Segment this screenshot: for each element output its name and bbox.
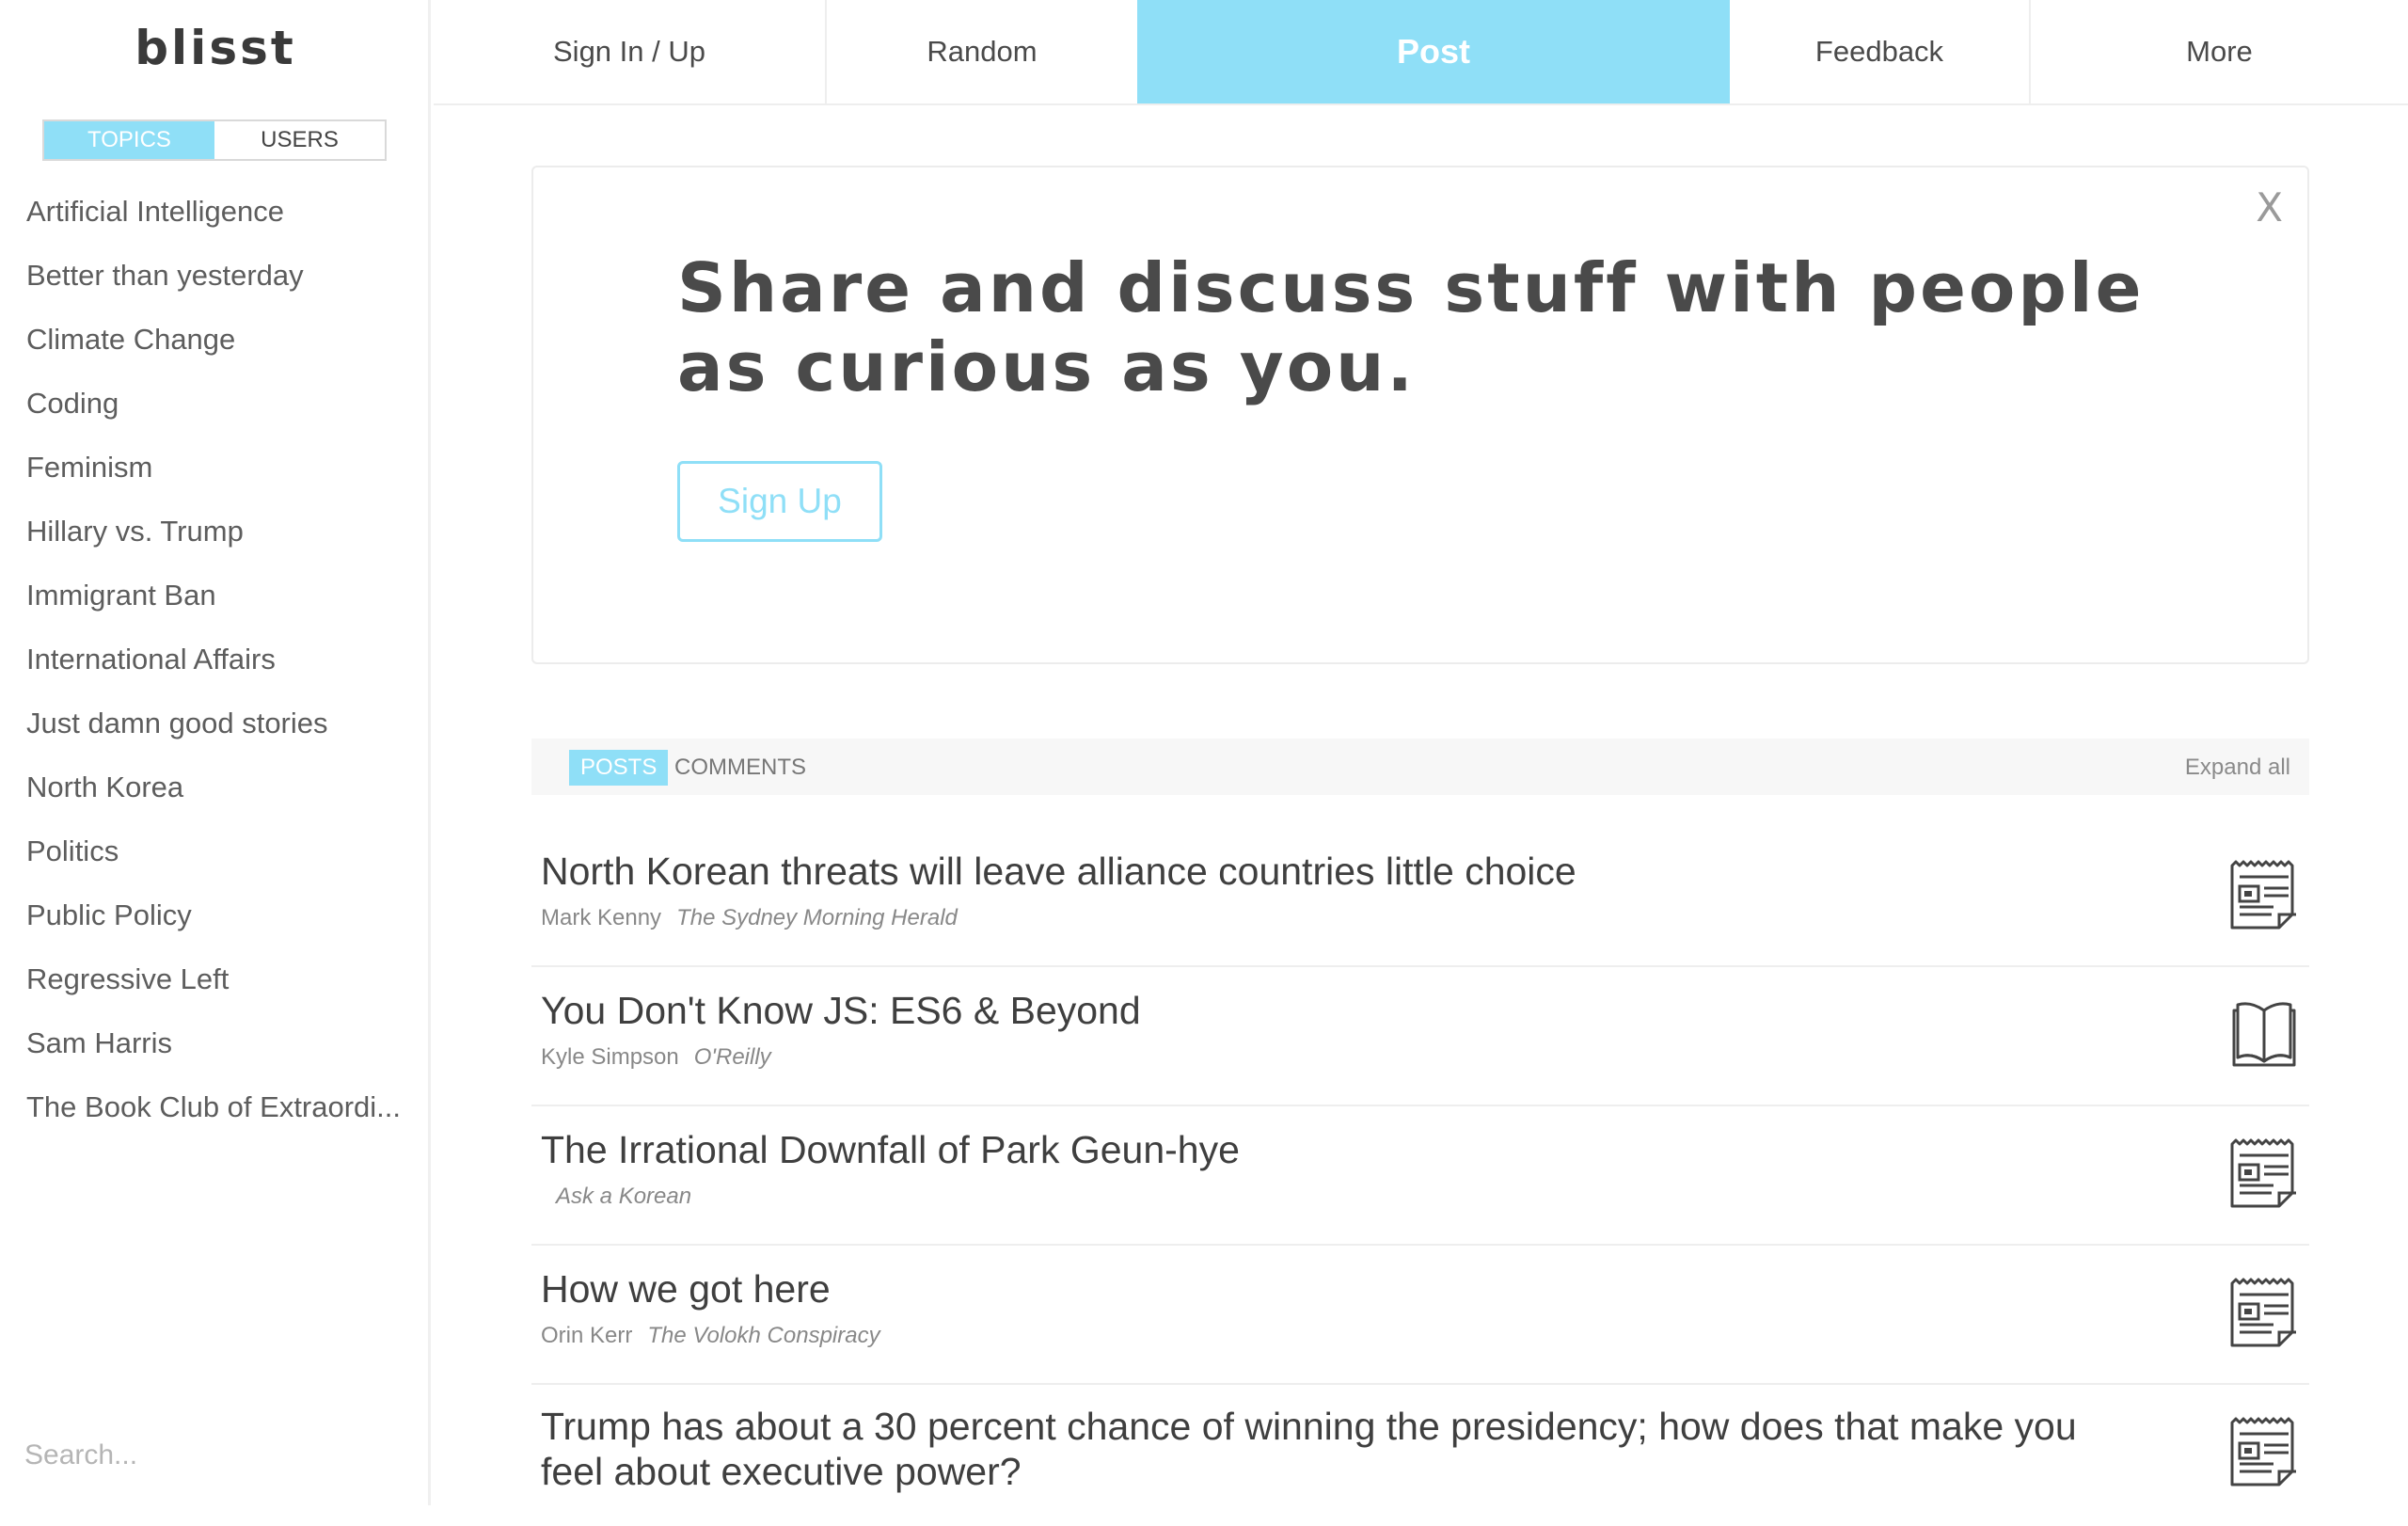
topic-item[interactable]: Just damn good stories (26, 700, 412, 764)
nav-feedback[interactable]: Feedback (1730, 0, 2031, 103)
topic-item[interactable]: International Affairs (26, 636, 412, 700)
post-source: The Volokh Conspiracy (647, 1323, 880, 1348)
tab-comments[interactable]: COMMENTS (674, 750, 806, 786)
sidebar: blisst TOPICS USERS Artificial Intellige… (0, 0, 431, 1505)
nav-post-button[interactable]: Post (1137, 0, 1730, 103)
newspaper-icon (2230, 1138, 2296, 1208)
banner-headline: Share and discuss stuff with people as c… (677, 248, 2145, 406)
post-row[interactable]: You Don't Know JS: ES6 & Beyond Kyle Sim… (531, 967, 2309, 1106)
tab-posts[interactable]: POSTS (569, 750, 669, 786)
nav-more[interactable]: More (2031, 0, 2408, 103)
feed-tabs-bar: POSTS COMMENTS Expand all (531, 739, 2309, 795)
nav-signin[interactable]: Sign In / Up (434, 0, 827, 103)
newspaper-icon (2230, 860, 2296, 930)
post-source: The Sydney Morning Herald (676, 905, 958, 930)
post-meta: Orin Kerr The Volokh Conspiracy (541, 1323, 880, 1349)
post-title[interactable]: Trump has about a 30 percent chance of w… (541, 1404, 2083, 1494)
topic-item[interactable]: Better than yesterday (26, 252, 412, 316)
topic-item[interactable]: Public Policy (26, 892, 412, 956)
post-meta: Mark Kenny The Sydney Morning Herald (541, 905, 958, 931)
post-meta: Kyle Simpson O'Reilly (541, 1044, 771, 1071)
book-icon (2232, 1002, 2296, 1067)
topic-list: Artificial Intelligence Better than yest… (26, 188, 412, 1148)
newspaper-icon (2230, 1417, 2296, 1486)
topic-item[interactable]: Sam Harris (26, 1020, 412, 1084)
expand-all-link[interactable]: Expand all (2185, 750, 2290, 786)
post-title[interactable]: You Don't Know JS: ES6 & Beyond (541, 988, 2083, 1033)
topic-item[interactable]: Artificial Intelligence (26, 188, 412, 252)
topic-item[interactable]: Feminism (26, 444, 412, 508)
post-row[interactable]: The Irrational Downfall of Park Geun-hye… (531, 1106, 2309, 1246)
post-meta: Ask a Korean (541, 1184, 691, 1210)
nav-random[interactable]: Random (827, 0, 1137, 103)
top-nav: Sign In / Up Random Post Feedback More (434, 0, 2408, 105)
post-source: Ask a Korean (556, 1184, 692, 1209)
welcome-banner: X Share and discuss stuff with people as… (531, 166, 2309, 664)
logo[interactable]: blisst (0, 21, 431, 75)
post-source: O'Reilly (693, 1044, 771, 1070)
topic-item[interactable]: Hillary vs. Trump (26, 508, 412, 572)
post-author: Orin Kerr (541, 1323, 633, 1348)
topic-item[interactable]: The Book Club of Extraordi... (26, 1084, 412, 1148)
toggle-topics[interactable]: TOPICS (44, 121, 214, 159)
post-title[interactable]: North Korean threats will leave alliance… (541, 849, 2083, 894)
topic-item[interactable]: Climate Change (26, 316, 412, 380)
post-author: Kyle Simpson (541, 1044, 679, 1070)
post-title[interactable]: The Irrational Downfall of Park Geun-hye (541, 1127, 2083, 1172)
close-icon[interactable]: X (2256, 184, 2283, 230)
post-row[interactable]: North Korean threats will leave alliance… (531, 828, 2309, 967)
toggle-users[interactable]: USERS (214, 121, 385, 159)
topic-item[interactable]: Regressive Left (26, 956, 412, 1020)
search-input[interactable] (23, 1430, 403, 1481)
post-author: Mark Kenny (541, 905, 662, 930)
topic-item[interactable]: Politics (26, 828, 412, 892)
newspaper-icon (2230, 1278, 2296, 1347)
sign-up-button[interactable]: Sign Up (677, 461, 882, 542)
post-title[interactable]: How we got here (541, 1266, 2083, 1311)
topic-item[interactable]: Coding (26, 380, 412, 444)
post-row[interactable]: How we got here Orin Kerr The Volokh Cons… (531, 1246, 2309, 1385)
topic-item[interactable]: Immigrant Ban (26, 572, 412, 636)
topics-users-toggle: TOPICS USERS (42, 119, 387, 161)
topic-item[interactable]: North Korea (26, 764, 412, 828)
post-list: North Korean threats will leave alliance… (531, 828, 2309, 1526)
